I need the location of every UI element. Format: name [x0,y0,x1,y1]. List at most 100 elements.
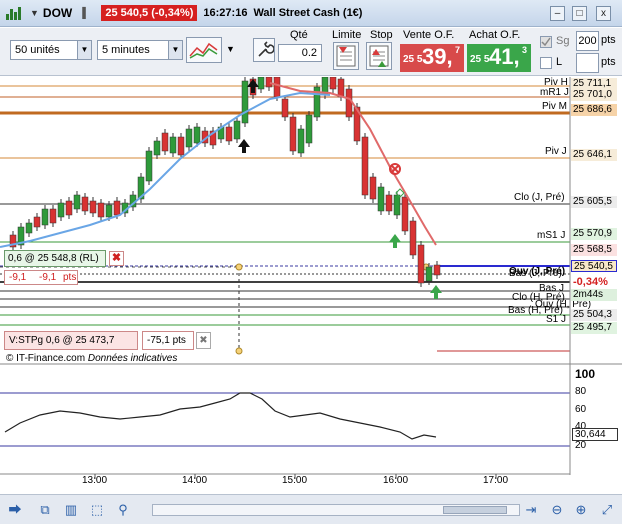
candle-style-icon[interactable]: ▥ [62,501,80,519]
l-checkbox[interactable] [540,57,552,69]
horizontal-scrollbar[interactable] [152,504,520,516]
stop-order-button[interactable] [366,42,392,70]
sg-points-input[interactable]: 200 [576,31,599,51]
chart-app-icon [6,6,26,20]
settings-button[interactable] [253,38,275,62]
position-pnl-box: -9,1 -9,1 pts [4,270,78,285]
stop-order-value: -75,1 pts [147,335,186,346]
share-icon[interactable]: ⮕ [6,501,24,519]
price-axis-tag: -0,34% [571,276,617,288]
units-select-value: 50 unités [15,44,60,56]
stop-label: Stop [370,29,393,41]
scroll-end-icon[interactable]: ⇥ [522,501,540,519]
indicator-chart-icon [189,42,218,59]
separator-icon: ▌ [82,7,90,19]
l-label: L [556,56,563,68]
candle-body [401,196,409,232]
price-chart[interactable] [0,77,622,497]
level-label-ms1-j: mS1 J [537,230,566,241]
indicator-tick-80: 80 [575,386,587,397]
draw-tool-icon[interactable]: ⬚ [88,501,106,519]
candle-body [153,140,161,156]
chevron-down-icon[interactable]: ▼ [30,8,39,18]
timeframe-select[interactable]: 5 minutes ▼ [97,40,183,60]
price-axis-tag: 25 605,5 [571,196,617,208]
candle-body [257,77,265,90]
limit-order-button[interactable] [333,42,359,70]
candle-body [385,194,393,212]
stop-order-icon [369,45,389,67]
candle-body [417,244,425,284]
zoom-in-icon[interactable]: ⊕ [572,501,590,519]
stop-order-label: V:STPg 0,6 @ 25 473,7 [9,335,115,346]
data-note: Données indicatives [87,353,178,364]
sell-price-prefix: 25 5 [403,54,423,65]
instrument-title: Wall Street Cash (1€) [253,7,363,19]
close-position-icon[interactable]: ✖ [109,251,124,266]
buy-button[interactable]: 25 5 41, 3 [467,44,531,72]
indicator-tick-100: 100 [575,367,596,381]
candle-body [265,77,273,88]
open-position-box[interactable]: 0,6 @ 25 548,8 (RL) [4,250,106,267]
pts-label-1: pts [601,34,616,46]
time-label: 16:00 [383,475,409,486]
candle-body [297,128,305,154]
maximize-button[interactable]: □ [572,6,587,21]
candle-body [97,202,105,218]
chevron-down-icon: ▼ [77,41,91,59]
stop-order-box[interactable]: V:STPg 0,6 @ 25 473,7 [4,331,138,350]
candle-body [281,98,289,118]
zoom-out-icon[interactable]: ⊖ [548,501,566,519]
pnl-value-2: -9,1 [39,272,57,283]
price-axis-tag: 25 701,0 [571,89,617,101]
candle-body [33,216,41,228]
minimize-button[interactable]: – [550,6,565,21]
buy-price-last-digit: 3 [522,45,528,55]
units-select[interactable]: 50 unités ▼ [10,40,92,60]
time-label: 15:00 [282,475,308,486]
level-label-s1-j: S1 J [546,314,567,325]
candle-body [57,202,65,218]
close-button[interactable]: x [596,6,611,21]
symbol-name[interactable]: DOW [43,6,72,20]
buy-price-prefix: 25 5 [470,54,490,65]
level-label-piv-m: Piv M [542,101,567,112]
data-credit: © IT-Finance.com Données indicatives [6,353,177,364]
l-points-input[interactable] [576,53,599,73]
timeframe-select-value: 5 minutes [102,44,150,56]
fullscreen-icon[interactable]: ⤢ [598,501,616,519]
candle-body [41,208,49,226]
price-axis-tag: 25 540,5 [571,260,617,272]
candle-body [329,77,337,90]
candle-body [409,220,417,256]
candle-body [65,200,73,216]
sg-checkbox[interactable] [540,36,552,48]
buy-label: Achat O.F. [469,29,521,41]
link-icon[interactable]: ⧉ [36,501,54,519]
candle-body [193,126,201,144]
candle-body [233,120,241,140]
candle-body [81,196,89,212]
time-label: 17:00 [483,475,509,486]
pts-label-2: pts [601,56,616,68]
sell-button[interactable]: 25 5 39, 7 [400,44,464,72]
candle-body [289,116,297,152]
limit-order-icon [336,45,356,67]
chevron-down-icon[interactable]: ▼ [226,44,235,54]
clock-time: 16:27:16 [203,7,248,19]
candle-body [393,194,401,216]
price-axis-tag: 25 646,1 [571,149,617,161]
copyright-text: © IT-Finance.com [6,353,86,364]
scrollbar-thumb[interactable] [443,506,507,514]
price-change-badge: 25 540,5 (-0,34%) [101,5,198,21]
indicator-value-tag: 30,644 [572,428,618,441]
indicators-button[interactable] [186,37,222,63]
candle-body [185,128,193,148]
zoom-icon[interactable]: ⚲ [114,501,132,519]
cancel-stop-icon[interactable]: ✖ [196,332,211,349]
candle-body [89,200,97,214]
checkmark-icon [541,37,551,47]
candle-body [105,204,113,218]
quantity-input[interactable] [278,44,322,62]
level-label-mr1-j: mR1 J [540,87,569,98]
